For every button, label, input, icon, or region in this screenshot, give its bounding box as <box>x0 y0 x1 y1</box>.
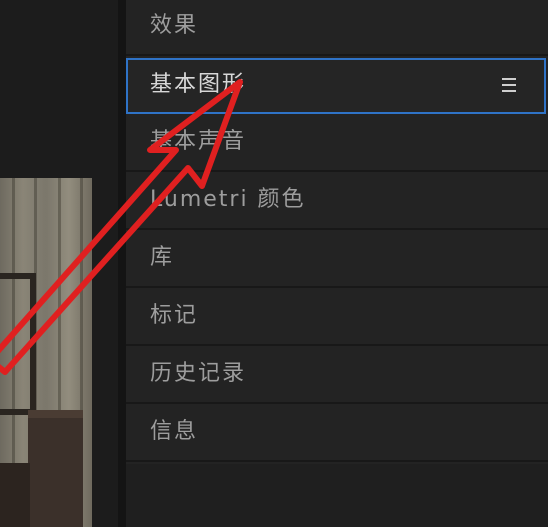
program-monitor <box>0 0 118 527</box>
hamburger-menu-icon[interactable] <box>502 78 516 92</box>
picture-frame-shape <box>0 273 36 415</box>
menu-item-label: 基本图形 <box>150 72 247 97</box>
menu-item-essential-sound[interactable]: 基本声音 <box>126 116 548 172</box>
menu-item-lumetri-color[interactable]: Lumetri 颜色 <box>126 174 548 230</box>
menu-item-essential-graphics[interactable]: 基本图形 <box>126 58 546 114</box>
app-window: 效果 基本图形 基本声音 Lumetri 颜色 库 标记 历史记录 信息 <box>0 0 548 527</box>
menu-item-history[interactable]: 历史记录 <box>126 348 548 404</box>
menu-empty-area <box>126 464 548 527</box>
menu-item-libraries[interactable]: 库 <box>126 232 548 288</box>
chair-shadow-shape <box>0 463 30 527</box>
video-preview-image <box>0 178 92 527</box>
menu-item-markers[interactable]: 标记 <box>126 290 548 346</box>
chair-shape <box>28 410 83 527</box>
menu-item-info[interactable]: 信息 <box>126 406 548 462</box>
window-panel-menu: 效果 基本图形 基本声音 Lumetri 颜色 库 标记 历史记录 信息 <box>126 0 548 527</box>
panel-divider[interactable] <box>118 0 126 527</box>
menu-item-effects[interactable]: 效果 <box>126 0 548 56</box>
